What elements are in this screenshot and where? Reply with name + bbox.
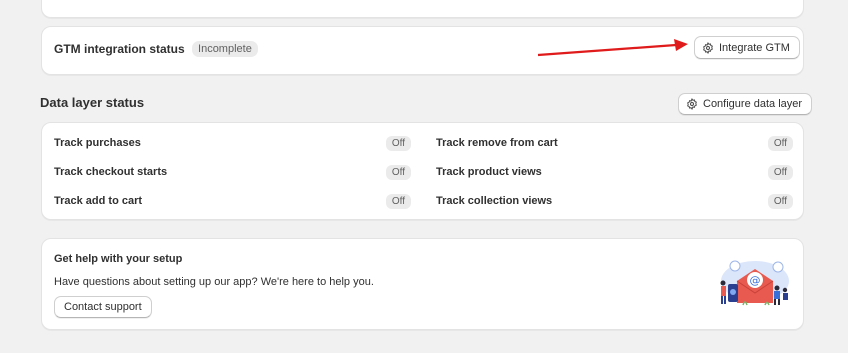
track-label: Track checkout starts [54,166,168,178]
track-label: Track collection views [436,195,553,207]
status-badge: Off [767,135,793,151]
gtm-status-heading: GTM integration status Incomplete [54,41,258,57]
gtm-status-badge: Incomplete [192,41,258,57]
gear-icon [687,98,697,110]
help-card: Get help with your setup Have questions … [41,238,804,330]
data-layer-heading: Data layer status [40,95,145,110]
gtm-status-title: GTM integration status [54,42,185,56]
track-row-add-to-cart: Track add to cart Off [54,192,411,210]
track-row-checkout-starts: Track checkout starts Off [54,163,411,181]
track-row-collection-views: Track collection views Off [436,192,793,210]
track-row-product-views: Track product views Off [436,163,793,181]
status-badge: Off [767,193,793,209]
track-label: Track remove from cart [436,137,558,149]
configure-data-layer-label: Configure data layer [703,98,803,110]
gear-icon [703,41,713,54]
svg-text:@: @ [750,274,761,287]
help-text: Have questions about setting up our app?… [54,276,374,288]
status-badge: Off [385,135,411,151]
integrate-gtm-label: Integrate GTM [719,41,790,54]
track-label: Track product views [436,166,542,178]
status-badge: Off [385,164,411,180]
track-label: Track add to cart [54,195,143,207]
previous-card [41,0,804,18]
status-badge: Off [385,193,411,209]
track-label: Track purchases [54,137,141,149]
track-row-purchases: Track purchases Off [54,134,411,152]
annotation-arrow [537,39,688,57]
integrate-gtm-button[interactable]: Integrate GTM [694,36,800,59]
contact-support-button[interactable]: Contact support [54,296,152,318]
status-badge: Off [767,164,793,180]
data-layer-card: Track purchases Off Track checkout start… [41,122,804,220]
email-support-illustration: @ [720,260,789,306]
configure-data-layer-button[interactable]: Configure data layer [678,93,813,115]
track-row-remove-from-cart: Track remove from cart Off [436,134,793,152]
help-title: Get help with your setup [54,253,183,265]
